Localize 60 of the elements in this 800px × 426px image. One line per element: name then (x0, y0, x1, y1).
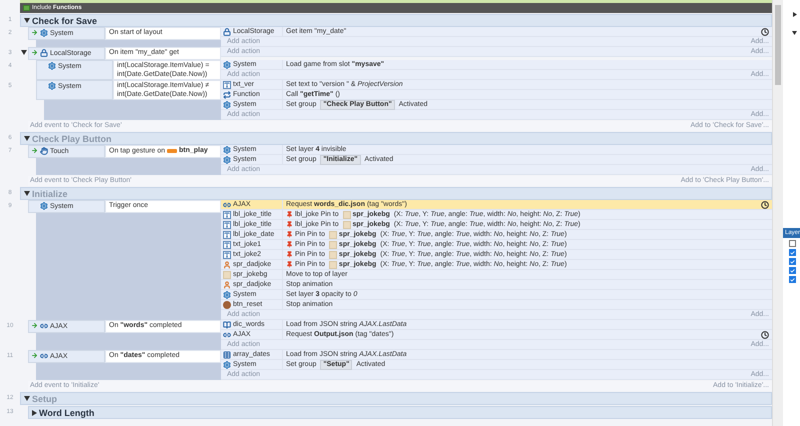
gear-icon (223, 60, 231, 68)
group-header[interactable]: Check for Save (20, 14, 772, 27)
scrollbar-thumb[interactable] (775, 5, 781, 85)
link-icon (40, 322, 48, 330)
lock-icon (223, 28, 231, 36)
text-object-icon (223, 250, 231, 258)
pin-icon (286, 261, 293, 268)
layer-checkbox[interactable] (789, 240, 796, 247)
collapse-caret-icon[interactable] (24, 191, 30, 196)
pin-icon (286, 231, 293, 238)
gear-icon (223, 146, 231, 154)
hand-icon (40, 147, 48, 155)
collapse-caret-icon[interactable] (24, 18, 30, 23)
gear-icon (223, 156, 231, 164)
gear-icon (40, 202, 48, 210)
collapse-caret-icon[interactable] (21, 50, 27, 55)
group-title: Word Length (39, 408, 94, 418)
text-object-icon (223, 240, 231, 248)
group-title: Initialize (32, 188, 68, 198)
text-object-icon (223, 230, 231, 238)
collapse-caret-icon[interactable] (24, 136, 30, 141)
collapse-caret-icon[interactable] (24, 396, 30, 401)
pin-icon (286, 251, 293, 258)
collapse-caret-icon[interactable] (792, 31, 797, 35)
text-object-icon (223, 80, 231, 88)
gear-icon (48, 62, 56, 70)
layer-checkbox[interactable] (789, 249, 796, 256)
group-header[interactable]: Word Length (28, 406, 772, 419)
lock-icon (40, 49, 48, 57)
round-button-icon (223, 300, 231, 308)
person-icon (223, 260, 231, 268)
person-icon (223, 280, 231, 288)
link-icon (40, 352, 48, 360)
include-icon (23, 5, 30, 11)
button-sprite-icon (166, 148, 177, 152)
layer-checkbox[interactable] (789, 258, 796, 265)
table-icon (223, 350, 231, 358)
gear-icon (223, 290, 231, 298)
gear-icon (223, 360, 231, 368)
pin-icon (286, 241, 293, 248)
text-object-icon (223, 220, 231, 228)
pin-icon (286, 211, 293, 218)
gear-icon (48, 82, 56, 90)
layer-checkbox[interactable] (789, 276, 796, 283)
scrollbar[interactable] (772, 0, 783, 426)
text-object-icon (223, 210, 231, 218)
layer-checkbox[interactable] (789, 267, 796, 274)
gear-icon (40, 29, 48, 37)
group-title: Setup (32, 394, 58, 404)
expand-caret-icon[interactable] (793, 12, 797, 17)
arrows-icon (223, 90, 231, 98)
book-icon (223, 320, 231, 328)
group-title: Check Play Button (32, 134, 112, 144)
gear-icon (223, 100, 231, 108)
expand-caret-icon[interactable] (32, 410, 37, 416)
group-title: Check for Save (32, 16, 98, 26)
link-icon (223, 330, 231, 338)
sprite-thumbnail-icon (223, 270, 231, 278)
pin-icon (286, 221, 293, 228)
link-icon (223, 200, 231, 208)
